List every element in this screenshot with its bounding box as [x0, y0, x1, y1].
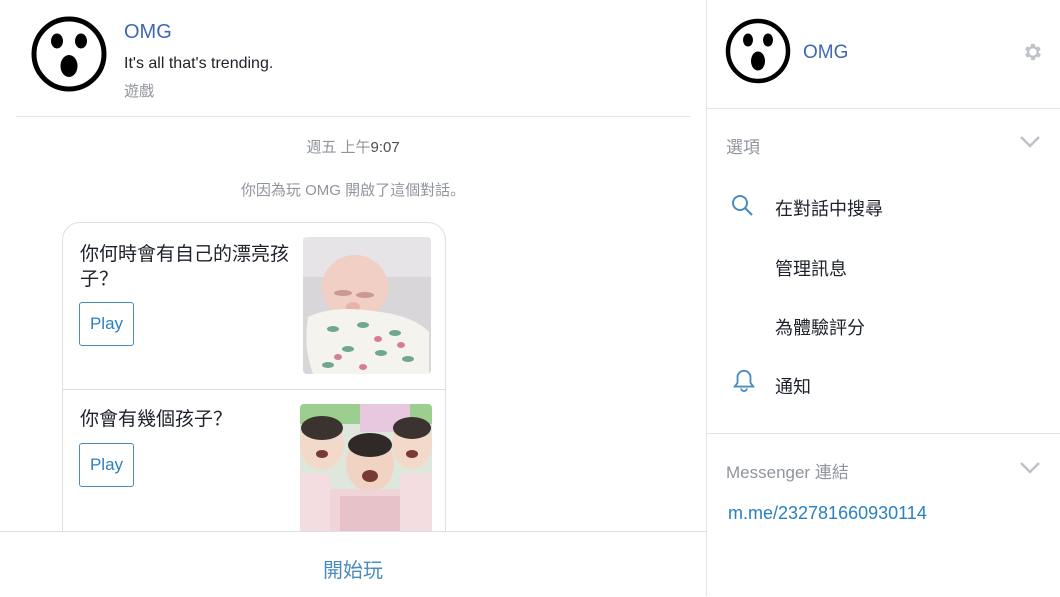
- search-in-conversation-option[interactable]: 在對話中搜尋: [775, 195, 883, 221]
- play-button[interactable]: Play: [79, 443, 134, 487]
- card-title: 你會有幾個孩子？: [80, 409, 233, 430]
- notifications-option[interactable]: 通知: [775, 373, 811, 399]
- sidebar-divider: [707, 108, 1060, 109]
- game-card-list: 你何時會有自己的漂亮孩子？ Play 你會有幾個孩子？ Play: [62, 222, 446, 542]
- omg-logo-icon[interactable]: [725, 18, 791, 84]
- search-icon: [732, 195, 753, 216]
- conversation-header: OMG It's all that's trending. 遊戲: [0, 0, 706, 117]
- conversation-pane: OMG It's all that's trending. 遊戲 週五 上午9:…: [0, 0, 706, 597]
- start-playing-link[interactable]: 開始玩: [0, 554, 706, 583]
- rate-experience-option[interactable]: 為體驗評分: [775, 314, 865, 340]
- conversation-notice: 你因為玩 OMG 開啟了這個對話。: [240, 182, 466, 199]
- page-category: 遊戲: [124, 83, 155, 100]
- play-button[interactable]: Play: [79, 302, 134, 346]
- bottom-action-bar: 開始玩: [0, 531, 706, 597]
- header-divider: [16, 116, 690, 117]
- gear-icon[interactable]: [1021, 41, 1043, 63]
- card-title: 你何時會有自己的漂亮孩子？: [80, 244, 290, 290]
- bell-icon: [732, 369, 756, 393]
- baby-thumbnail[interactable]: [303, 237, 431, 374]
- messenger-link[interactable]: m.me/232781660930114: [728, 503, 927, 524]
- chevron-down-icon[interactable]: [1019, 135, 1041, 149]
- page-name[interactable]: OMG: [124, 21, 172, 44]
- game-card: 你會有幾個孩子？ Play: [63, 390, 445, 542]
- omg-logo-icon[interactable]: [30, 15, 108, 93]
- info-sidebar: OMG 選項 在對話中搜尋 管理訊息 為體驗評分 通知 Messenger 連結…: [706, 0, 1060, 596]
- game-card: 你何時會有自己的漂亮孩子？ Play: [63, 223, 445, 390]
- options-section-title[interactable]: 選項: [726, 133, 760, 158]
- page-tagline: It's all that's trending.: [124, 55, 274, 72]
- sidebar-page-name[interactable]: OMG: [803, 42, 848, 64]
- message-timestamp: 週五 上午9:07: [306, 139, 400, 156]
- sidebar-divider: [707, 433, 1060, 434]
- chevron-down-icon[interactable]: [1019, 461, 1041, 475]
- messenger-section-title[interactable]: Messenger 連結: [726, 458, 849, 483]
- manage-messages-option[interactable]: 管理訊息: [775, 255, 847, 281]
- kids-thumbnail[interactable]: [300, 404, 432, 542]
